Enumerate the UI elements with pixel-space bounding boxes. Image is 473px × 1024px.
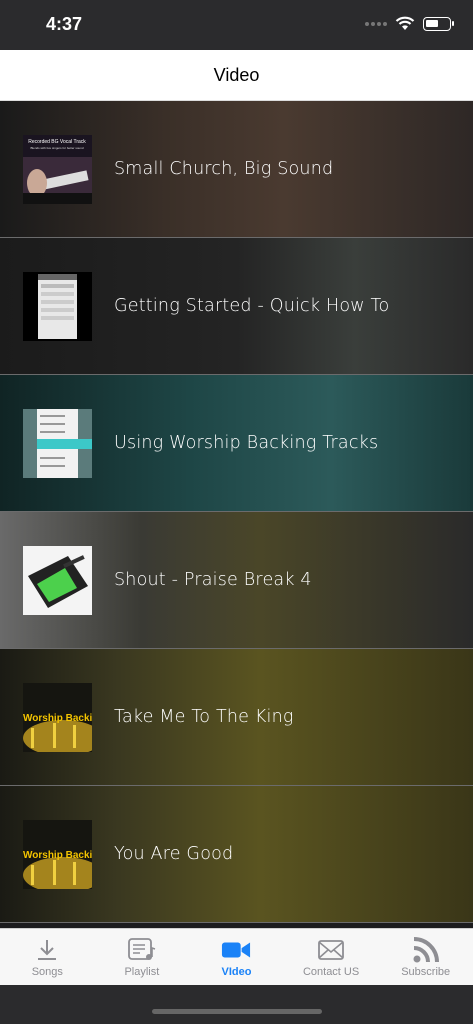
thumbnail-caption: Worship Backing T [23, 850, 92, 861]
home-indicator[interactable] [152, 1009, 322, 1014]
video-row[interactable]: Shout - Praise Break 4 [0, 512, 473, 649]
video-row[interactable]: Getting Started - Quick How To [0, 238, 473, 375]
status-time: 4:37 [46, 14, 83, 34]
status-icons [365, 16, 454, 31]
playlist-icon [127, 937, 157, 963]
video-thumbnail [23, 545, 92, 615]
video-thumbnail [23, 271, 92, 341]
home-area [0, 985, 473, 1024]
envelope-icon [316, 937, 346, 963]
tab-playlist[interactable]: Playlist [95, 929, 190, 985]
tab-label: Subscribe [401, 966, 451, 978]
video-thumbnail: Worship Backing T [23, 819, 92, 889]
video-row[interactable]: Worship Backing T Take Me To The King [0, 649, 473, 786]
tab-label: Contact US [302, 966, 360, 978]
video-title: You Are Good [114, 844, 234, 864]
wifi-icon [395, 16, 415, 30]
tab-label: Playlist [124, 966, 160, 978]
video-camera-icon [221, 937, 251, 963]
video-thumbnail [23, 408, 92, 478]
video-thumbnail: Worship Backing T [23, 682, 92, 752]
battery-icon [423, 16, 454, 31]
video-title: Take Me To The King [114, 707, 294, 727]
thumbnail-caption: Worship Backing T [23, 713, 92, 724]
video-title: Getting Started - Quick How To [114, 296, 390, 316]
tab-label: Songs [31, 966, 63, 978]
download-icon [32, 937, 62, 963]
video-row[interactable]: Using Worship Backing Tracks [0, 375, 473, 512]
page-title: Video [213, 64, 260, 85]
video-title: Using Worship Backing Tracks [114, 433, 379, 453]
video-list[interactable]: Recorded BG Vocal Track Blends with live… [0, 101, 473, 928]
tab-songs[interactable]: Songs [0, 929, 95, 985]
tab-subscribe[interactable]: Subscribe [378, 929, 473, 985]
video-thumbnail: Recorded BG Vocal Track Blends with live… [23, 134, 92, 204]
tab-bar: Songs Playlist VIdeo Contact US Subscrib… [0, 928, 473, 985]
tab-video[interactable]: VIdeo [189, 929, 284, 985]
tab-contact-us[interactable]: Contact US [284, 929, 379, 985]
status-bar: 4:37 [0, 0, 473, 50]
video-title: Small Church, Big Sound [114, 159, 334, 179]
thumbnail-caption: Recorded BG Vocal Track [28, 139, 86, 145]
video-row[interactable]: Recorded BG Vocal Track Blends with live… [0, 101, 473, 238]
thumbnail-subcaption: Blends with live singers for better soun… [30, 146, 83, 150]
rss-icon [411, 937, 441, 963]
navigation-bar: Video [0, 50, 473, 101]
tab-label: VIdeo [221, 966, 252, 978]
video-row[interactable]: Worship Backing T You Are Good [0, 786, 473, 923]
cellular-signal-icon [365, 21, 387, 26]
video-title: Shout - Praise Break 4 [114, 570, 312, 590]
